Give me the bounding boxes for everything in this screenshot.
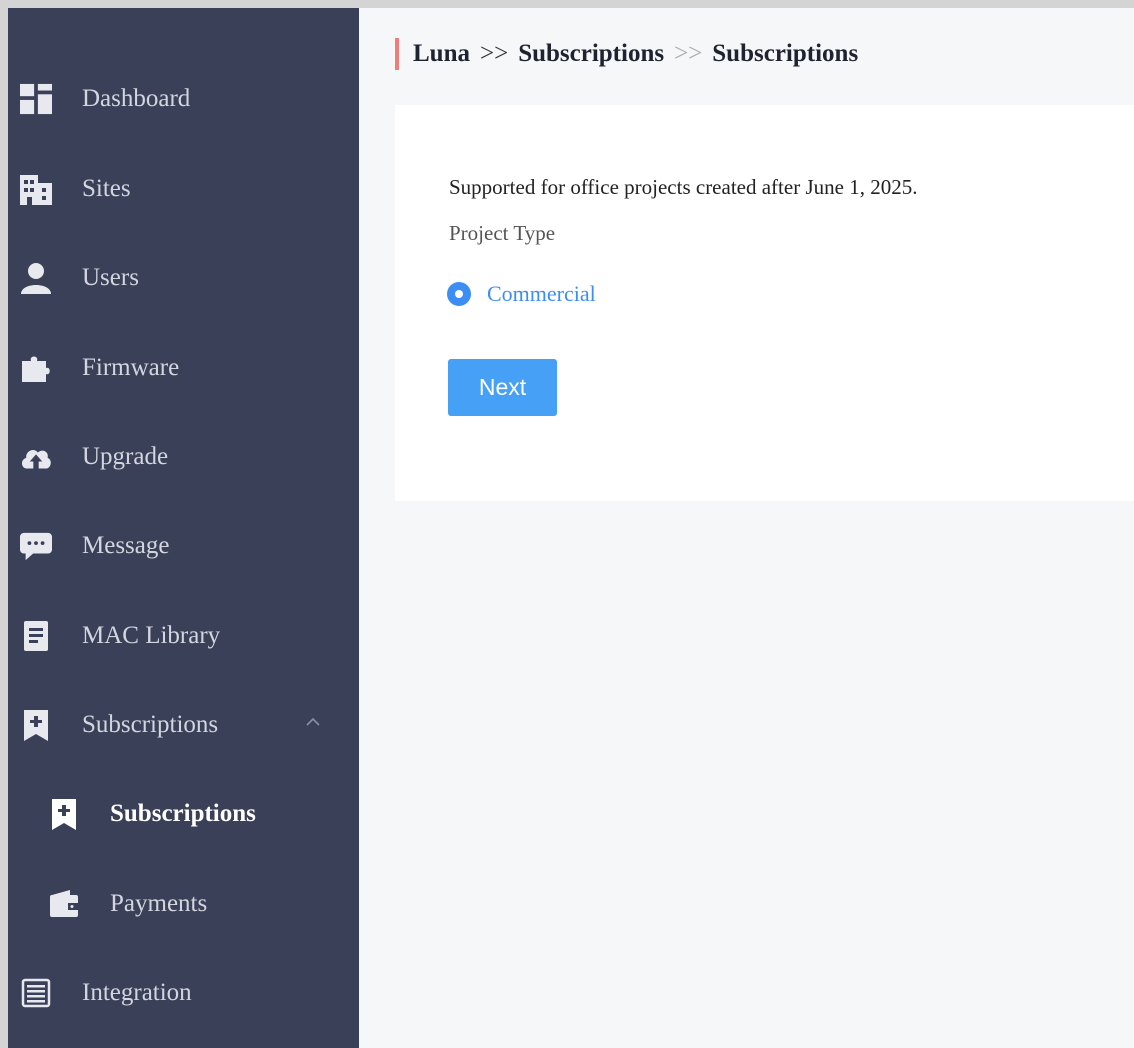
chevron-up-icon[interactable] [304,713,322,731]
sidebar-item-users[interactable]: Users [8,248,359,308]
app-frame: Dashboard Sites Users Firmware Upgrade M… [8,8,1134,1048]
breadcrumb-current: Subscriptions [712,40,859,67]
chat-icon [20,530,52,562]
sidebar-item-label: Message [82,532,170,559]
breadcrumb-separator: >> [479,40,509,67]
sidebar-item-subscriptions[interactable]: Subscriptions [8,784,359,844]
wallet-icon [48,888,80,920]
sidebar-item-label: MAC Library [82,622,221,649]
sidebar-item-label: Integration [82,979,192,1006]
bookmark-plus-icon [48,798,80,830]
puzzle-icon [20,352,52,384]
breadcrumb-separator: >> [674,40,703,67]
sidebar-item-integration[interactable]: Integration [8,963,359,1023]
sidebar-item-sites[interactable]: Sites [8,159,359,219]
sidebar-item-label: Firmware [82,354,180,381]
radio-label[interactable]: Commercial [487,281,596,307]
support-notice: Supported for office projects created af… [449,175,918,199]
building-icon [20,173,52,205]
radio-selected-icon[interactable] [447,282,471,306]
user-icon [20,262,52,294]
breadcrumb-accent-bar [395,38,399,70]
sidebar-item-dashboard[interactable]: Dashboard [8,69,359,129]
main-content: Luna >> Subscriptions >> Subscriptions S… [359,8,1134,1048]
sidebar-item-label: Sites [82,175,131,202]
subscription-card: Supported for office projects created af… [395,105,1134,501]
sidebar-item-label: Payments [110,890,208,917]
list-icon [20,977,52,1009]
sidebar-item-firmware[interactable]: Firmware [8,338,359,398]
next-button[interactable]: Next [448,359,557,416]
sidebar: Dashboard Sites Users Firmware Upgrade M… [8,8,359,1048]
cloud-upload-icon [20,441,52,473]
sidebar-item-upgrade[interactable]: Upgrade [8,427,359,487]
sidebar-item-label: Users [82,264,139,291]
breadcrumb: Luna >> Subscriptions >> Subscriptions [395,38,858,70]
sidebar-item-message[interactable]: Message [8,516,359,576]
sidebar-item-label: Subscriptions [82,711,219,738]
breadcrumb-section[interactable]: Subscriptions [518,40,664,68]
breadcrumb-root[interactable]: Luna [413,40,470,68]
project-type-radio-commercial[interactable]: Commercial [447,281,596,307]
project-type-label: Project Type [449,221,556,245]
sidebar-item-subscriptions-group[interactable]: Subscriptions [8,695,359,755]
dashboard-icon [20,83,52,115]
sidebar-item-label: Dashboard [82,85,191,112]
sidebar-item-label: Upgrade [82,443,169,470]
sidebar-item-label: Subscriptions [110,800,256,827]
bookmark-plus-icon [20,709,52,741]
document-icon [20,620,52,652]
sidebar-item-payments[interactable]: Payments [8,874,359,934]
sidebar-item-mac-library[interactable]: MAC Library [8,606,359,666]
